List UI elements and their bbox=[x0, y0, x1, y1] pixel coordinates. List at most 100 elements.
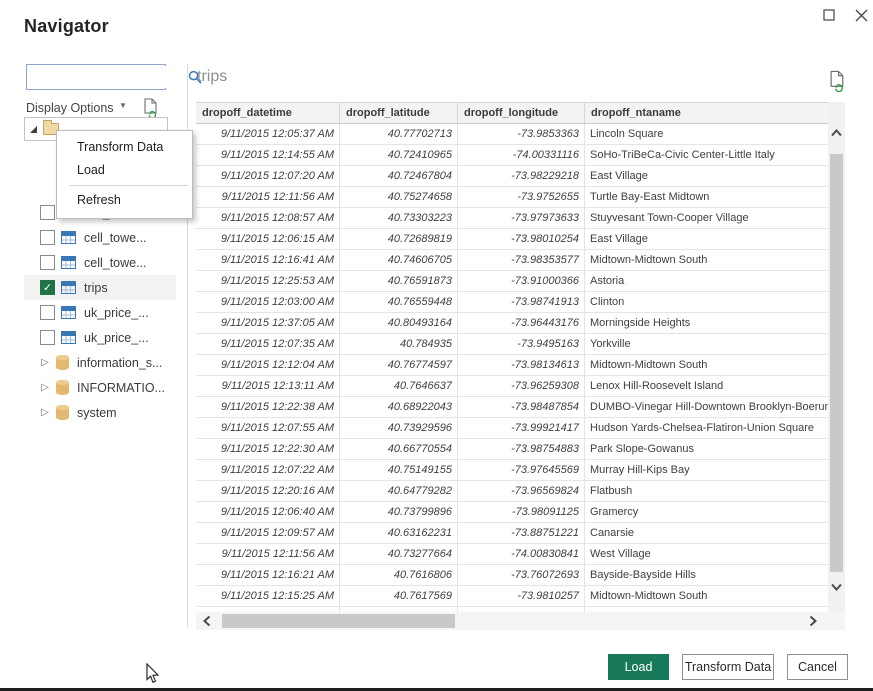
table-row: 9/11/2015 12:25:53 AM40.76591873-73.9100… bbox=[196, 271, 828, 292]
cell-dropoff_datetime: 9/11/2015 12:14:55 AM bbox=[196, 145, 340, 166]
cell-dropoff_ntaname: Morningside Heights bbox=[585, 313, 828, 334]
vertical-scroll-thumb[interactable] bbox=[830, 154, 843, 572]
cell-dropoff_latitude: 40.64779282 bbox=[340, 481, 458, 502]
cell-dropoff_ntaname: Hudson Yards-Chelsea-Flatiron-Union Squa… bbox=[585, 418, 828, 439]
column-header-dropoff_datetime[interactable]: dropoff_datetime bbox=[196, 103, 340, 123]
column-header-dropoff_longitude[interactable]: dropoff_longitude bbox=[458, 103, 585, 123]
database-icon bbox=[56, 355, 69, 370]
table-row: 9/11/2015 12:07:20 AM40.72467804-73.9822… bbox=[196, 166, 828, 187]
table-row: 9/11/2015 12:15:25 AM40.7617569-73.98102… bbox=[196, 586, 828, 607]
cell-dropoff_ntaname: Yorkville bbox=[585, 334, 828, 355]
sidebar-item-system[interactable]: ▷ system bbox=[24, 400, 176, 425]
checkbox[interactable] bbox=[40, 305, 55, 320]
table-row: 9/11/2015 12:07:55 AM40.73929596-73.9992… bbox=[196, 418, 828, 439]
cell-dropoff_latitude: 40.66770554 bbox=[340, 439, 458, 460]
tree-item-label: uk_price_... bbox=[84, 331, 149, 345]
cell-dropoff_latitude: 40.76559448 bbox=[340, 292, 458, 313]
horizontal-scroll-thumb[interactable] bbox=[222, 614, 455, 628]
cell-dropoff_latitude: 40.73277664 bbox=[340, 544, 458, 565]
table-row: 9/11/2015 12:13:11 AM40.7646637-73.96259… bbox=[196, 376, 828, 397]
cell-dropoff_datetime: 9/11/2015 12:13:11 AM bbox=[196, 376, 340, 397]
scroll-left-icon[interactable] bbox=[201, 614, 213, 633]
expanded-arrow-icon[interactable] bbox=[30, 126, 37, 133]
display-options-dropdown[interactable]: Display Options bbox=[26, 101, 114, 115]
load-button[interactable]: Load bbox=[608, 654, 669, 680]
cell-dropoff_ntaname: DUMBO-Vinegar Hill-Downtown Brooklyn-Boe… bbox=[585, 397, 828, 418]
menu-separator bbox=[69, 185, 188, 186]
database-icon bbox=[56, 405, 69, 420]
cell-dropoff_ntaname: Murray Hill-Kips Bay bbox=[585, 460, 828, 481]
scroll-down-icon[interactable] bbox=[829, 580, 844, 598]
tree-item-label: information_s... bbox=[77, 356, 162, 370]
table-row: 9/11/2015 12:16:21 AM40.7616806-73.76072… bbox=[196, 565, 828, 586]
refresh-preview-icon[interactable] bbox=[829, 70, 847, 97]
close-icon[interactable] bbox=[852, 6, 870, 24]
checkbox[interactable]: ✓ bbox=[40, 280, 55, 295]
cell-dropoff_datetime: 9/11/2015 12:20:16 AM bbox=[196, 481, 340, 502]
menu-item-refresh[interactable]: Refresh bbox=[57, 189, 192, 212]
cell-dropoff_ntaname: Turtle Bay-East Midtown bbox=[585, 187, 828, 208]
transform-data-button[interactable]: Transform Data bbox=[682, 654, 774, 680]
search-input[interactable] bbox=[27, 66, 188, 88]
cell-dropoff_datetime: 9/11/2015 12:05:37 AM bbox=[196, 124, 340, 145]
cancel-button[interactable]: Cancel bbox=[787, 654, 848, 680]
sidebar-item-trips[interactable]: ✓trips bbox=[24, 275, 176, 300]
mouse-cursor-icon bbox=[145, 663, 161, 690]
cell-dropoff_longitude: -74.00830841 bbox=[458, 544, 585, 565]
table-row: 9/11/2015 12:07:22 AM40.75149155-73.9764… bbox=[196, 460, 828, 481]
column-header-dropoff_latitude[interactable]: dropoff_latitude bbox=[340, 103, 458, 123]
menu-item-load[interactable]: Load bbox=[57, 159, 192, 182]
menu-item-transform-data[interactable]: Transform Data bbox=[57, 136, 192, 159]
cell-dropoff_ntaname: Stuyvesant Town-Cooper Village bbox=[585, 208, 828, 229]
sidebar-item-uk-price[interactable]: uk_price_... bbox=[24, 325, 176, 350]
table-row: 9/11/2015 12:14:55 AM40.72410965-74.0033… bbox=[196, 145, 828, 166]
collapsed-arrow-icon[interactable]: ▷ bbox=[38, 357, 52, 368]
table-row: 9/11/2015 12:16:41 AM40.74606705-73.9835… bbox=[196, 250, 828, 271]
cell-dropoff_datetime: 9/11/2015 12:03:00 AM bbox=[196, 292, 340, 313]
cell-dropoff_latitude: 40.72410965 bbox=[340, 145, 458, 166]
checkbox[interactable] bbox=[40, 330, 55, 345]
collapsed-arrow-icon[interactable]: ▷ bbox=[38, 407, 52, 418]
cell-dropoff_ntaname: Midtown-Midtown South bbox=[585, 586, 828, 607]
cell-dropoff_longitude: -73.9853363 bbox=[458, 124, 585, 145]
table-row: 9/11/2015 12:06:15 AM40.72689819-73.9801… bbox=[196, 229, 828, 250]
sidebar-item-uk-price[interactable]: uk_price_... bbox=[24, 300, 176, 325]
maximize-icon[interactable] bbox=[820, 6, 838, 24]
table-row: 9/11/2015 12:07:35 AM40.784935-73.949516… bbox=[196, 334, 828, 355]
vertical-scrollbar[interactable] bbox=[828, 102, 845, 612]
table-row: 9/11/2015 12:37:05 AM40.80493164-73.9644… bbox=[196, 313, 828, 334]
preview-table: dropoff_datetimedropoff_latitudedropoff_… bbox=[196, 102, 845, 612]
cell-dropoff_latitude: 40.63162231 bbox=[340, 523, 458, 544]
cell-dropoff_latitude: 40.75149155 bbox=[340, 460, 458, 481]
sidebar-item-informatio[interactable]: ▷INFORMATIO... bbox=[24, 375, 176, 400]
table-row: 9/11/2015 12:11:56 AM40.73277664-74.0083… bbox=[196, 544, 828, 565]
chevron-down-icon[interactable]: ▼ bbox=[119, 101, 127, 110]
checkbox[interactable] bbox=[40, 205, 55, 220]
cell-dropoff_datetime: 9/11/2015 12:06:40 AM bbox=[196, 502, 340, 523]
cell-dropoff_latitude: 40.73303223 bbox=[340, 208, 458, 229]
table-icon bbox=[61, 331, 76, 344]
database-icon bbox=[56, 380, 69, 395]
column-header-dropoff_ntaname[interactable]: dropoff_ntaname bbox=[585, 103, 828, 123]
cell-dropoff_latitude: 40.76591873 bbox=[340, 271, 458, 292]
cell-dropoff_datetime: 9/11/2015 12:07:20 AM bbox=[196, 166, 340, 187]
cell-dropoff_longitude: -73.99921417 bbox=[458, 418, 585, 439]
sidebar-item-cell-towe[interactable]: cell_towe... bbox=[24, 225, 176, 250]
checkbox[interactable] bbox=[40, 230, 55, 245]
sidebar-item-cell-towe[interactable]: cell_towe... bbox=[24, 250, 176, 275]
scroll-up-icon[interactable] bbox=[829, 126, 844, 144]
tree-item-label: system bbox=[77, 406, 117, 420]
collapsed-arrow-icon[interactable]: ▷ bbox=[38, 382, 52, 393]
cell-dropoff_longitude: -73.98754883 bbox=[458, 439, 585, 460]
scroll-right-icon[interactable] bbox=[807, 614, 819, 633]
cell-dropoff_ntaname: Lincoln Square bbox=[585, 124, 828, 145]
sidebar-item-information-s[interactable]: ▷ information_s... bbox=[24, 350, 176, 375]
table-row: 9/11/2015 12:12:04 AM40.76774597-73.9813… bbox=[196, 355, 828, 376]
horizontal-scrollbar[interactable] bbox=[196, 612, 845, 630]
cell-dropoff_latitude: 40.7646637 bbox=[340, 376, 458, 397]
cell-dropoff_datetime: 9/11/2015 12:15:25 AM bbox=[196, 586, 340, 607]
table-row: 9/11/2015 12:03:00 AM40.76559448-73.9874… bbox=[196, 292, 828, 313]
cell-dropoff_longitude: -73.96443176 bbox=[458, 313, 585, 334]
checkbox[interactable] bbox=[40, 255, 55, 270]
tree-item-label: cell_towe... bbox=[84, 256, 147, 270]
